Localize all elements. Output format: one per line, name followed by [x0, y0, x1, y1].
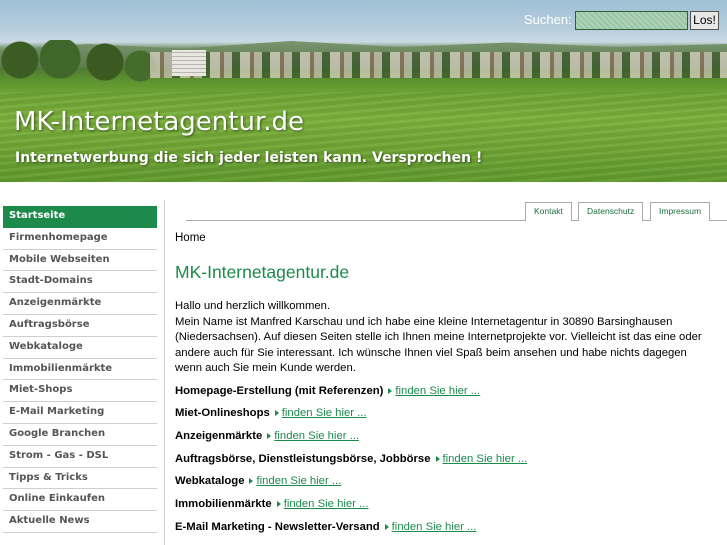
- page-title: MK-Internetagentur.de: [175, 262, 350, 282]
- feature-row: Auftragsbörse, Dienstleistungsbörse, Job…: [175, 452, 715, 468]
- feature-name: E-Mail Marketing - Newsletter-Versand: [175, 520, 380, 533]
- sidebar-item-webkataloge[interactable]: Webkataloge: [3, 336, 157, 359]
- search-label: Suchen:: [524, 12, 572, 27]
- site-title[interactable]: MK-Internetagentur.de: [14, 107, 304, 137]
- column-divider: [164, 200, 165, 545]
- sidebar-item-startseite[interactable]: Startseite: [3, 206, 157, 228]
- tab-impressum[interactable]: Impressum: [650, 202, 711, 221]
- banner-village: [150, 52, 727, 78]
- arrow-right-icon: [384, 523, 389, 530]
- feature-name: Auftragsbörse, Dienstleistungsbörse, Job…: [175, 452, 431, 465]
- sidebar-item-tipps-tricks[interactable]: Tipps & Tricks: [3, 467, 157, 490]
- feature-link[interactable]: finden Sie hier ...: [392, 521, 477, 533]
- feature-link[interactable]: finden Sie hier ...: [284, 498, 369, 510]
- banner-field: [0, 92, 727, 182]
- sidebar-item-aktuelle-news[interactable]: Aktuelle News: [3, 511, 157, 533]
- tab-kontakt[interactable]: Kontakt: [525, 202, 572, 221]
- greeting-text: Hallo und herzlich willkommen.: [175, 300, 331, 312]
- feature-name: Homepage-Erstellung (mit Referenzen): [175, 384, 384, 397]
- feature-name: Immobilienmärkte: [175, 498, 272, 511]
- feature-link[interactable]: finden Sie hier ...: [274, 430, 359, 442]
- feature-row: Immobilienmärkte finden Sie hier ...: [175, 497, 715, 513]
- intro-text: Hallo und herzlich willkommen. Mein Name…: [175, 299, 715, 377]
- top-links-rule: [186, 220, 727, 221]
- arrow-right-icon: [435, 455, 440, 462]
- feature-row: Miet-Onlineshops finden Sie hier ...: [175, 406, 715, 422]
- search-button[interactable]: Los!: [690, 11, 719, 30]
- feature-name: Miet-Onlineshops: [175, 407, 270, 420]
- sidebar-item-anzeigenmaerkte[interactable]: Anzeigenmärkte: [3, 293, 157, 315]
- feature-name: Anzeigenmärkte: [175, 430, 263, 443]
- feature-link[interactable]: finden Sie hier ...: [443, 453, 528, 465]
- tab-datenschutz[interactable]: Datenschutz: [578, 202, 644, 221]
- feature-row: Webkataloge finden Sie hier ...: [175, 474, 715, 490]
- arrow-right-icon: [267, 433, 272, 440]
- feature-name: Webkataloge: [175, 475, 245, 488]
- arrow-right-icon: [249, 478, 254, 485]
- sidebar-nav: Startseite Firmenhomepage Mobile Webseit…: [3, 206, 157, 533]
- feature-row: Anzeigenmärkte finden Sie hier ...: [175, 429, 715, 445]
- feature-link[interactable]: finden Sie hier ...: [282, 407, 367, 419]
- arrow-right-icon: [388, 387, 393, 394]
- arrow-right-icon: [274, 410, 279, 417]
- breadcrumb: Home: [175, 232, 206, 244]
- header-banner: MK-Internetagentur.de Internetwerbung di…: [0, 0, 727, 182]
- feature-link[interactable]: finden Sie hier ...: [256, 475, 341, 487]
- search-input[interactable]: [575, 11, 688, 30]
- sidebar-item-strom-gas-dsl[interactable]: Strom - Gas - DSL: [3, 445, 157, 468]
- intro-paragraph: Mein Name ist Manfred Karschau und ich h…: [175, 315, 702, 375]
- sidebar-item-firmenhomepage[interactable]: Firmenhomepage: [3, 227, 157, 250]
- feature-row: Homepage-Erstellung (mit Referenzen) find…: [175, 384, 715, 400]
- main-content: Home MK-Internetagentur.de Hallo und her…: [175, 232, 715, 535]
- sidebar-item-auftragsboerse[interactable]: Auftragsbörse: [3, 314, 157, 337]
- sidebar-item-miet-shops[interactable]: Miet-Shops: [3, 380, 157, 403]
- arrow-right-icon: [276, 501, 281, 508]
- sidebar-item-mobile-webseiten[interactable]: Mobile Webseiten: [3, 249, 157, 272]
- banner-tower: [172, 50, 206, 76]
- sidebar-item-stadt-domains[interactable]: Stadt-Domains: [3, 271, 157, 294]
- site-slogan: Internetwerbung die sich jeder leisten k…: [15, 150, 483, 166]
- feature-link[interactable]: finden Sie hier ...: [395, 385, 480, 397]
- feature-row: E-Mail Marketing - Newsletter-Versand fin…: [175, 520, 715, 536]
- sidebar-item-email-marketing[interactable]: E-Mail Marketing: [3, 402, 157, 424]
- sidebar-item-online-einkaufen[interactable]: Online Einkaufen: [3, 489, 157, 512]
- sidebar-item-immobilienmaerkte[interactable]: Immobilienmärkte: [3, 358, 157, 381]
- banner-trees: [0, 40, 160, 82]
- sidebar-item-google-branchen[interactable]: Google Branchen: [3, 423, 157, 446]
